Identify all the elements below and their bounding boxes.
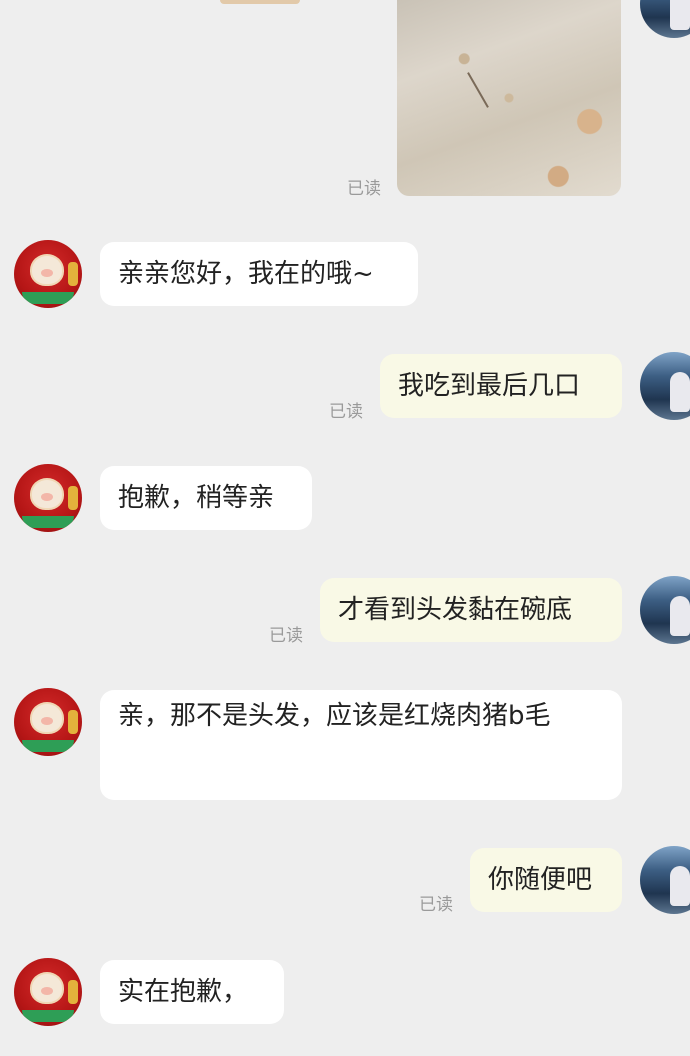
pig-logo (30, 254, 64, 286)
user-avatar-icon[interactable] (640, 576, 690, 644)
user-figure (670, 0, 690, 30)
previous-message-fragment (220, 0, 300, 4)
message-bubble-incoming[interactable]: 亲亲您好，我在的哦~ (100, 242, 418, 306)
logo-band (22, 1010, 74, 1022)
logo-ornament (68, 710, 78, 734)
user-avatar-icon[interactable] (640, 846, 690, 914)
pig-logo (30, 972, 64, 1004)
photo-hair-strand (467, 72, 489, 108)
chat-thread[interactable]: 已读 亲亲您好，我在的哦~ 我吃到最后几口 已读 抱歉，稍等亲 才看到头发黏在碗… (0, 0, 690, 1056)
read-status: 已读 (347, 179, 381, 199)
logo-band (22, 516, 74, 528)
shop-avatar-icon[interactable] (14, 958, 82, 1026)
logo-ornament (68, 980, 78, 1004)
read-status: 已读 (269, 626, 303, 646)
message-bubble-incoming[interactable]: 实在抱歉， (100, 960, 284, 1024)
user-figure (670, 866, 690, 906)
sent-photo[interactable] (397, 0, 621, 196)
logo-ornament (68, 486, 78, 510)
shop-avatar-icon[interactable] (14, 688, 82, 756)
message-bubble-incoming[interactable]: 亲，那不是头发，应该是红烧肉猪b毛 (100, 690, 622, 800)
shop-avatar-icon[interactable] (14, 240, 82, 308)
shop-avatar-icon[interactable] (14, 464, 82, 532)
logo-ornament (68, 262, 78, 286)
logo-band (22, 292, 74, 304)
message-bubble-outgoing[interactable]: 才看到头发黏在碗底 (320, 578, 622, 642)
pig-logo (30, 478, 64, 510)
user-figure (670, 596, 690, 636)
message-bubble-outgoing[interactable]: 我吃到最后几口 (380, 354, 622, 418)
user-avatar-icon[interactable] (640, 0, 690, 38)
logo-band (22, 740, 74, 752)
message-bubble-incoming[interactable]: 抱歉，稍等亲 (100, 466, 312, 530)
read-status: 已读 (329, 402, 363, 422)
message-bubble-outgoing[interactable]: 你随便吧 (470, 848, 622, 912)
pig-logo (30, 702, 64, 734)
user-avatar-icon[interactable] (640, 352, 690, 420)
user-figure (670, 372, 690, 412)
read-status: 已读 (419, 895, 453, 915)
